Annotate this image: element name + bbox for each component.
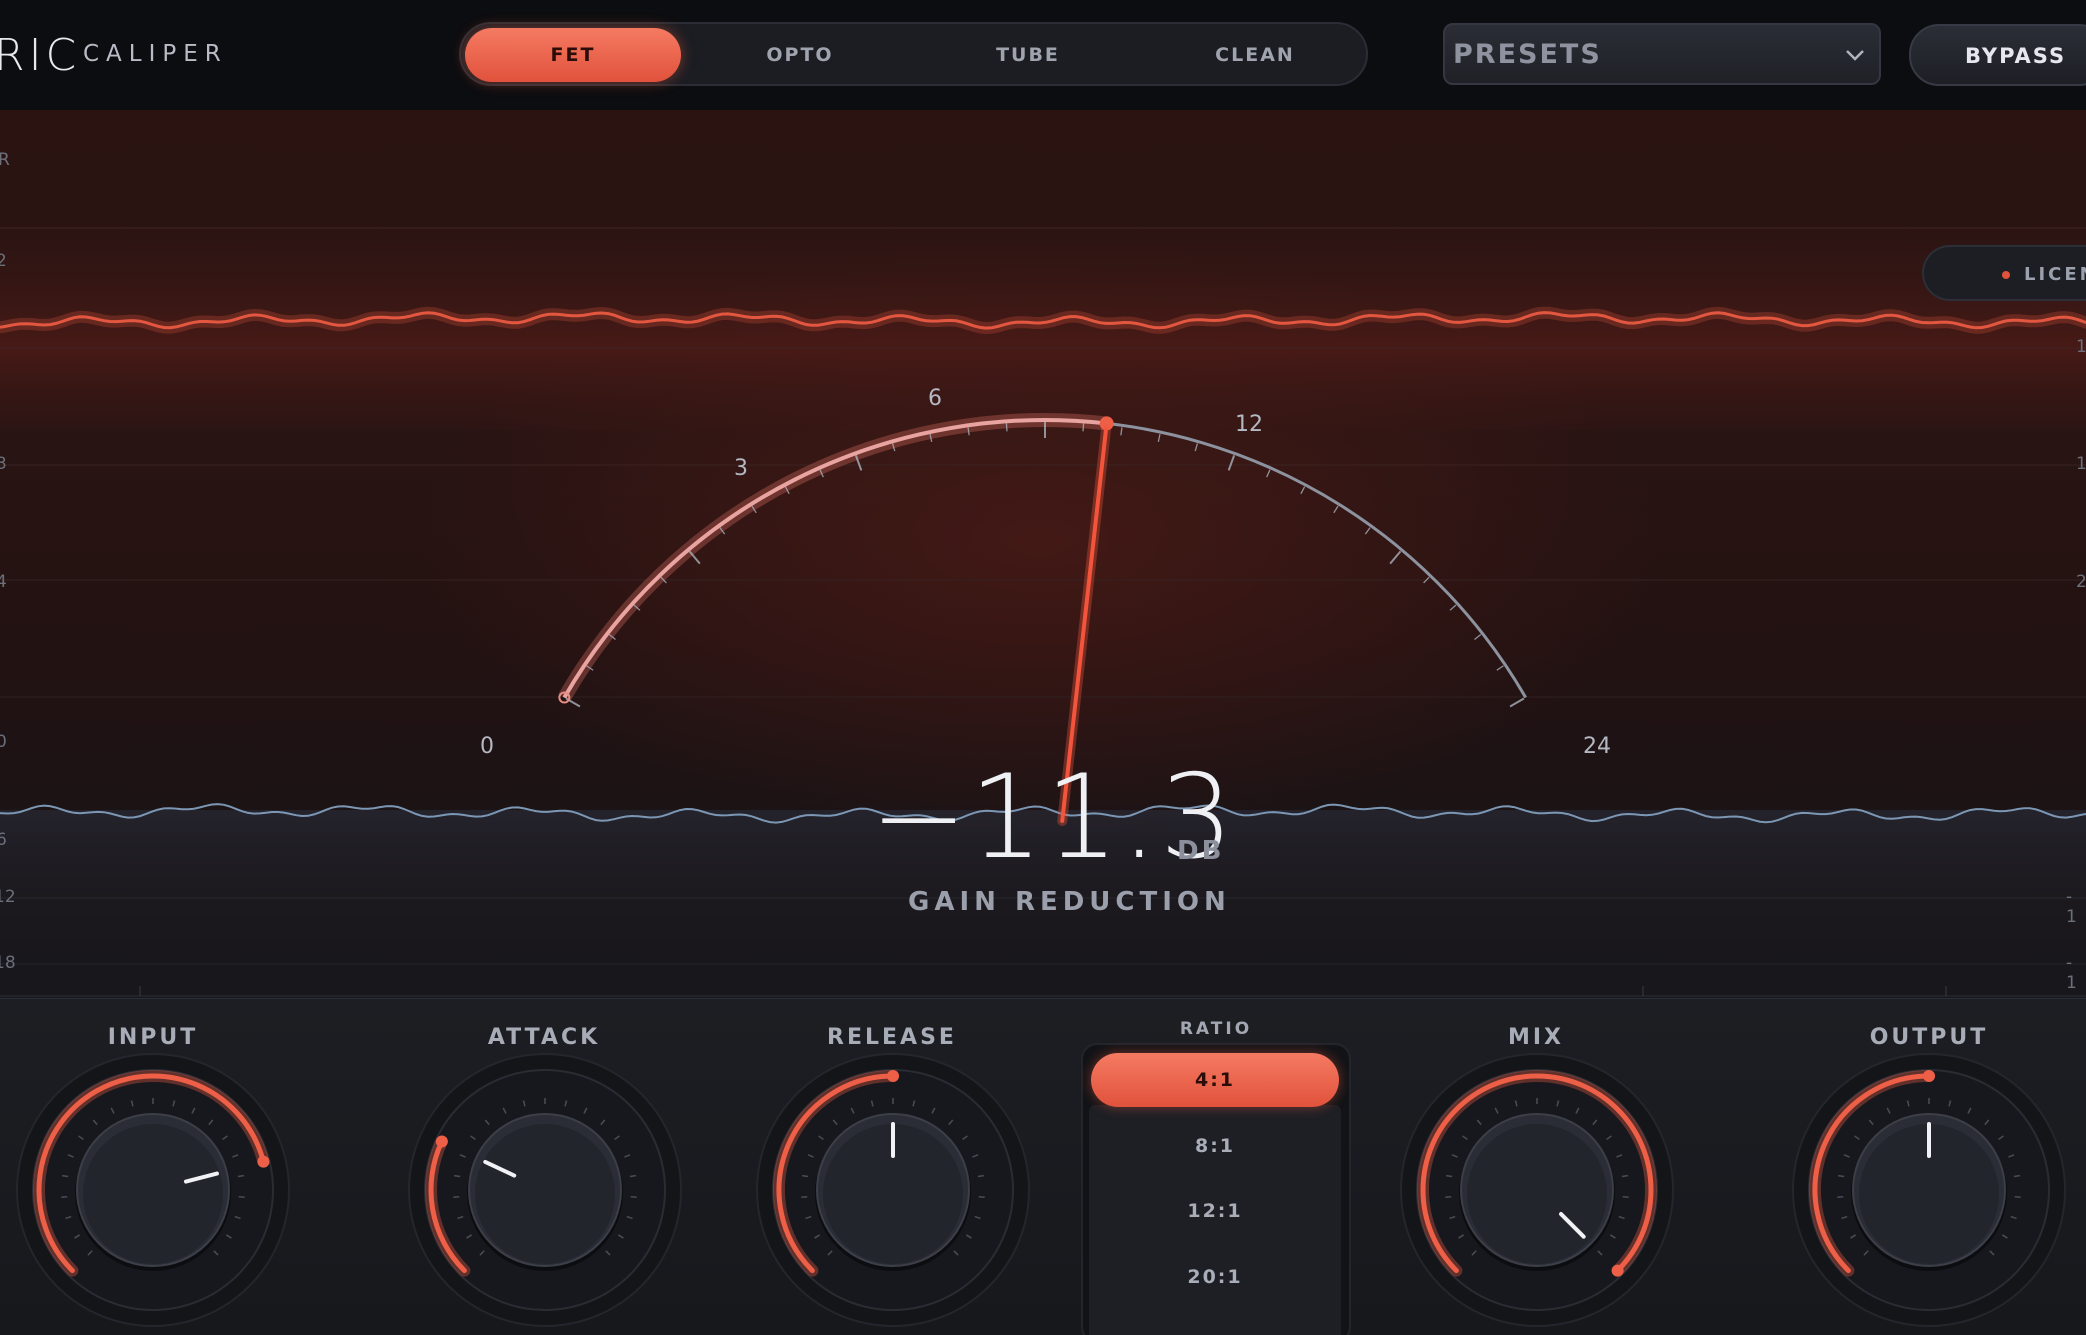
ratio-option-12-1[interactable]: 12:1 (1091, 1184, 1339, 1238)
presets-dropdown[interactable]: PRESETS (1443, 23, 1881, 85)
meter-tick-label: 24 (1583, 734, 1611, 759)
scale-label-right: 1 (2076, 337, 2086, 357)
brand-name: RIC (0, 30, 81, 81)
meter-tick (1082, 423, 1085, 432)
status-dot-icon (2002, 271, 2010, 279)
scale-label-left: 12 (0, 887, 16, 907)
meter-tick-label: 3 (734, 456, 748, 481)
gain-reduction-unit: DB (1177, 836, 1225, 866)
release-knob-label: RELEASE (827, 1025, 957, 1050)
scale-label-left: 2 (0, 251, 7, 271)
mode-fet-button[interactable]: FET (465, 28, 681, 82)
scale-label-left: 6 (0, 830, 7, 850)
mode-selector: FET OPTO TUBE CLEAN (459, 22, 1368, 86)
meter-tick (1005, 423, 1008, 432)
meter-tick-label: 0 (480, 734, 494, 759)
scale-label-left: 18 (0, 953, 16, 973)
meter-tick-label: 12 (1235, 412, 1263, 437)
license-button[interactable]: LICENS (1922, 245, 2086, 301)
presets-label: PRESETS (1453, 39, 1602, 70)
license-label: LICENS (2024, 264, 2086, 285)
mode-opto-button[interactable]: OPTO (692, 28, 908, 82)
header-bar: RIC CALIPER FET OPTO TUBE CLEAN PRESETS … (0, 0, 2086, 110)
bypass-label: BYPASS (1965, 44, 2067, 68)
ratio-option-8-1[interactable]: 8:1 (1091, 1119, 1339, 1173)
scale-label-right: - 1 (2066, 953, 2077, 993)
output-knob-label: OUTPUT (1869, 1025, 1989, 1050)
mode-clean-button[interactable]: CLEAN (1147, 28, 1363, 82)
gain-reduction-display: LICENS R 2 3 4 0 6 12 18 1 1 2 - 1 - 1 0… (0, 110, 2086, 998)
scale-label-right: 2 (2076, 572, 2086, 592)
ratio-option-20-1[interactable]: 20:1 (1091, 1250, 1339, 1304)
meter-tick-label: 6 (928, 386, 942, 411)
ratio-title: RATIO (1179, 1019, 1253, 1039)
mode-tube-button[interactable]: TUBE (920, 28, 1136, 82)
input-knob-label: INPUT (107, 1025, 199, 1050)
scale-label-right: - 1 (2066, 887, 2077, 927)
product-name: CALIPER (83, 41, 228, 67)
bypass-button[interactable]: BYPASS (1909, 24, 2086, 86)
scale-label-left: 4 (0, 572, 7, 592)
controls-panel (0, 998, 2086, 1335)
attack-knob-label: ATTACK (487, 1025, 601, 1050)
scale-label-left: 0 (0, 732, 7, 752)
scale-label-left: R (0, 150, 10, 170)
scale-label-left: 3 (0, 454, 7, 474)
scale-label-right: 1 (2076, 454, 2086, 474)
ratio-option-4-1[interactable]: 4:1 (1091, 1053, 1339, 1107)
chevron-down-icon (1843, 43, 1867, 71)
mix-knob-label: MIX (1507, 1025, 1565, 1050)
compressor-plugin: RIC CALIPER FET OPTO TUBE CLEAN PRESETS … (0, 0, 2086, 1335)
gain-reduction-label: GAIN REDUCTION (908, 887, 1231, 917)
